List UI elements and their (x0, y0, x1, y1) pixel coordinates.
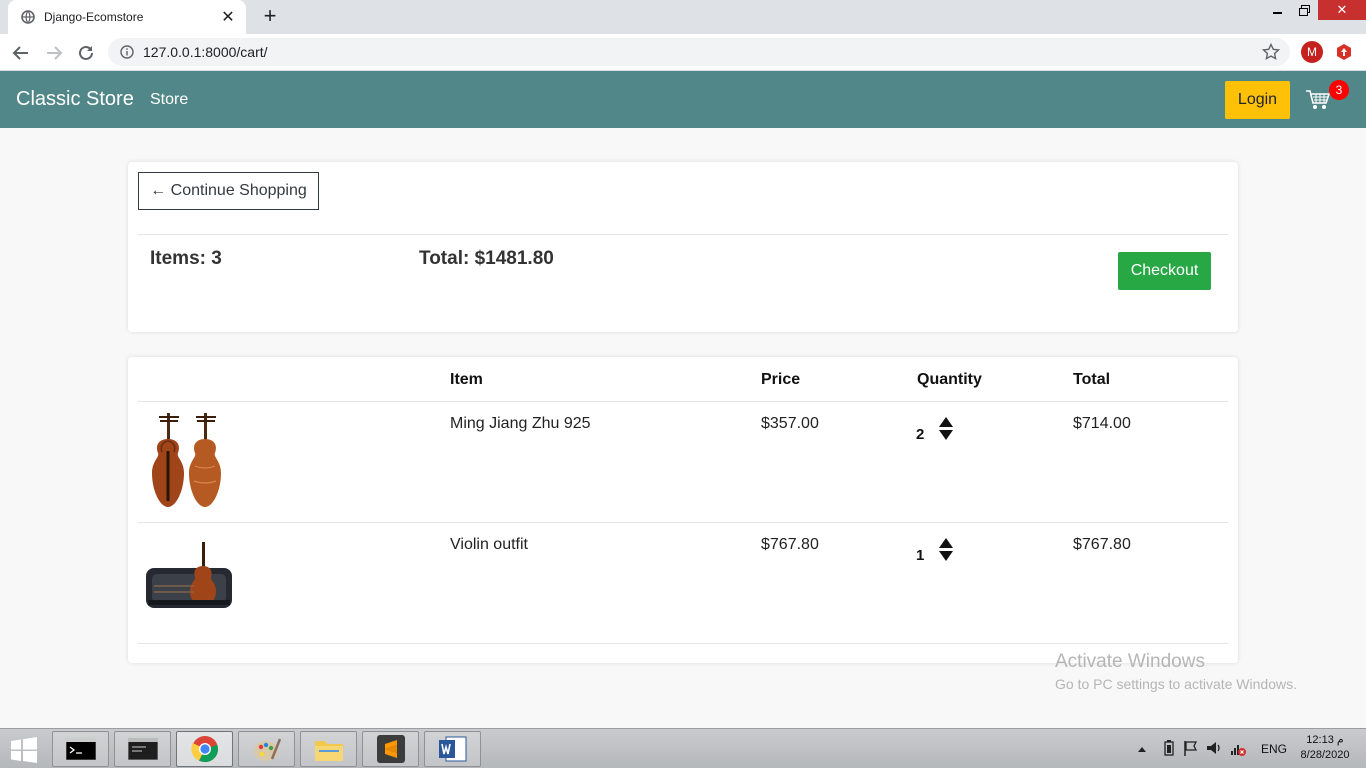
cart-summary-panel: ← Continue Shopping Items: 3 Total: $148… (128, 162, 1238, 332)
battery-icon[interactable] (1164, 740, 1174, 759)
action-center-flag-icon[interactable] (1183, 740, 1199, 759)
divider (138, 401, 1228, 402)
extension-icon[interactable] (1335, 43, 1353, 61)
item-price: $357.00 (761, 415, 819, 432)
paint-icon[interactable] (238, 731, 295, 767)
items-label: Items: (150, 248, 206, 269)
divider (138, 234, 1228, 235)
decrease-quantity-arrow-icon[interactable] (939, 551, 953, 561)
sublime-icon[interactable] (362, 731, 419, 767)
activate-windows-subtitle: Go to PC settings to activate Windows. (1055, 676, 1297, 692)
site-navbar: Classic Store Store Login (0, 71, 1366, 128)
nav-store-link[interactable]: Store (150, 91, 188, 109)
tab-title: Django-Ecomstore (44, 10, 144, 24)
checkout-button[interactable]: Checkout (1118, 252, 1211, 290)
increase-quantity-arrow-icon[interactable] (939, 538, 953, 548)
back-arrow-icon[interactable] (8, 40, 34, 66)
total-label: Total: (419, 248, 470, 269)
item-quantity: 2 (916, 426, 925, 443)
clock-date: 8/28/2020 (1300, 749, 1350, 761)
language-indicator[interactable]: ENG (1261, 742, 1287, 756)
profile-avatar[interactable]: M (1301, 41, 1323, 63)
decrease-quantity-arrow-icon[interactable] (939, 430, 953, 440)
new-tab-button[interactable]: + (258, 5, 282, 29)
clock-time: 12:13 م (1306, 734, 1344, 746)
forward-arrow-icon[interactable] (41, 40, 67, 66)
column-header-item: Item (450, 371, 483, 388)
word-icon[interactable] (424, 731, 481, 767)
column-header-total: Total (1073, 371, 1111, 388)
cmd-icon[interactable] (52, 731, 109, 767)
minimize-window-button[interactable] (1264, 0, 1292, 20)
activate-windows-title: Activate Windows (1055, 651, 1205, 672)
brand-logo-link[interactable]: Classic Store (16, 88, 134, 111)
divider (138, 643, 1228, 644)
cart-items-table: Item Price Quantity Total Ming Jiang Zhu… (128, 357, 1238, 663)
reload-icon[interactable] (73, 40, 99, 66)
close-window-button[interactable]: ✕ (1318, 0, 1366, 20)
cart-count-badge: 3 (1329, 80, 1349, 100)
chrome-icon[interactable] (176, 731, 233, 767)
divider (138, 522, 1228, 523)
globe-icon (20, 9, 36, 25)
item-name: Violin outfit (450, 536, 528, 553)
bookmark-star-icon[interactable] (1261, 42, 1281, 61)
console-icon[interactable] (114, 731, 171, 767)
item-price: $767.80 (761, 536, 819, 553)
volume-icon[interactable] (1206, 740, 1222, 759)
increase-quantity-arrow-icon[interactable] (939, 417, 953, 427)
browser-toolbar: 127.0.0.1:8000/cart/ M (0, 34, 1366, 71)
close-tab-icon[interactable]: ✕ (218, 7, 238, 27)
login-button[interactable]: Login (1225, 81, 1290, 119)
item-total: $767.80 (1073, 536, 1131, 553)
two-violins-image (150, 411, 226, 516)
column-header-quantity: Quantity (917, 371, 982, 388)
browser-tab-strip: Django-Ecomstore ✕ + ✕ (0, 0, 1366, 34)
violin-case-image (142, 542, 234, 619)
address-bar[interactable]: 127.0.0.1:8000/cart/ (108, 38, 1290, 66)
system-clock[interactable]: 12:13 م 8/28/2020 (1293, 733, 1357, 763)
column-header-price: Price (761, 371, 801, 388)
windows-taskbar: ENG 12:13 م 8/28/2020 (0, 728, 1366, 768)
items-count-label: Items: 3 (150, 248, 222, 270)
restore-window-button[interactable] (1290, 0, 1318, 20)
cart-total-label: Total: $1481.80 (419, 248, 554, 270)
windows-start-icon[interactable] (10, 737, 38, 763)
items-count: 3 (211, 248, 222, 269)
total-value: $1481.80 (474, 248, 554, 269)
file-explorer-icon[interactable] (300, 731, 357, 767)
show-hidden-icons-arrow-icon[interactable] (1137, 742, 1147, 756)
item-name: Ming Jiang Zhu 925 (450, 415, 591, 432)
cart-icon[interactable] (1305, 89, 1331, 111)
network-icon[interactable] (1230, 740, 1246, 759)
browser-tab[interactable]: Django-Ecomstore ✕ (8, 0, 246, 34)
continue-shopping-button[interactable]: ← Continue Shopping (138, 172, 319, 210)
info-icon[interactable] (120, 45, 134, 59)
item-quantity: 1 (916, 547, 925, 564)
item-total: $714.00 (1073, 415, 1131, 432)
url-text: 127.0.0.1:8000/cart/ (143, 44, 268, 60)
